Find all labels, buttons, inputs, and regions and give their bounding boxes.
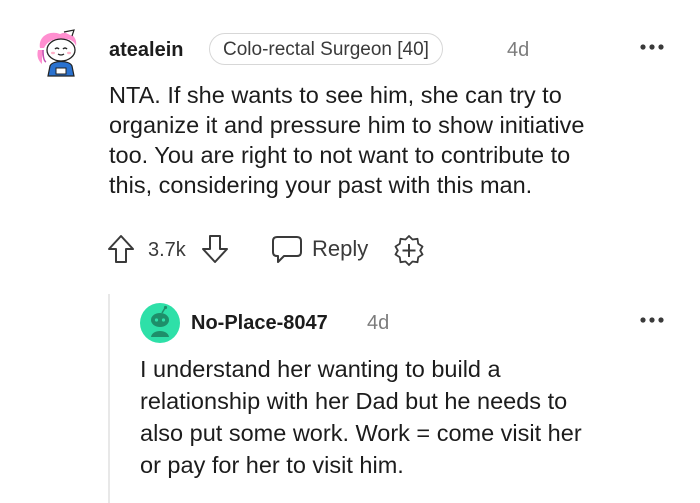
award-icon[interactable] bbox=[392, 233, 426, 267]
user-avatar[interactable] bbox=[34, 28, 84, 78]
comment-body-line: this, considering your past with this ma… bbox=[109, 172, 533, 198]
comment-age: 4d bbox=[507, 39, 530, 61]
vote-score: 3.7k bbox=[148, 239, 186, 261]
reply-label: Reply bbox=[312, 236, 369, 261]
comment-username[interactable]: atealein bbox=[109, 36, 183, 64]
comment-body-line: too. You are right to not want to contri… bbox=[109, 142, 571, 168]
snoo-avatar-icon bbox=[140, 303, 180, 343]
reply-username[interactable]: No-Place-8047 bbox=[191, 309, 328, 337]
thread-line[interactable] bbox=[108, 294, 110, 503]
upvote-icon[interactable] bbox=[106, 233, 136, 265]
reply-body-line: relationship with her Dad but he needs t… bbox=[140, 388, 568, 414]
reply-age: 4d bbox=[367, 312, 390, 334]
reply-body-line: also put some work. Work = come visit he… bbox=[140, 420, 582, 446]
reply-user-avatar[interactable] bbox=[140, 303, 180, 343]
reply-body-line: I understand her wanting to build a bbox=[140, 356, 501, 382]
comment-body-line: NTA. If she wants to see him, she can tr… bbox=[109, 82, 562, 108]
snoo-avatar-icon bbox=[37, 29, 77, 77]
speech-bubble-icon bbox=[272, 236, 302, 263]
reply-body: I understand her wanting to build a rela… bbox=[140, 353, 685, 481]
reply-body-line: or pay for her to visit him. bbox=[140, 452, 404, 478]
comment-body-line: organize it and pressure him to show ini… bbox=[109, 112, 585, 138]
more-options-icon[interactable] bbox=[639, 313, 665, 327]
reply-button[interactable]: Reply bbox=[270, 233, 368, 265]
more-options-icon[interactable] bbox=[639, 40, 665, 54]
user-flair: Colo-rectal Surgeon [40] bbox=[209, 33, 443, 65]
comment-body: NTA. If she wants to see him, she can tr… bbox=[109, 80, 679, 200]
downvote-icon[interactable] bbox=[200, 233, 230, 265]
